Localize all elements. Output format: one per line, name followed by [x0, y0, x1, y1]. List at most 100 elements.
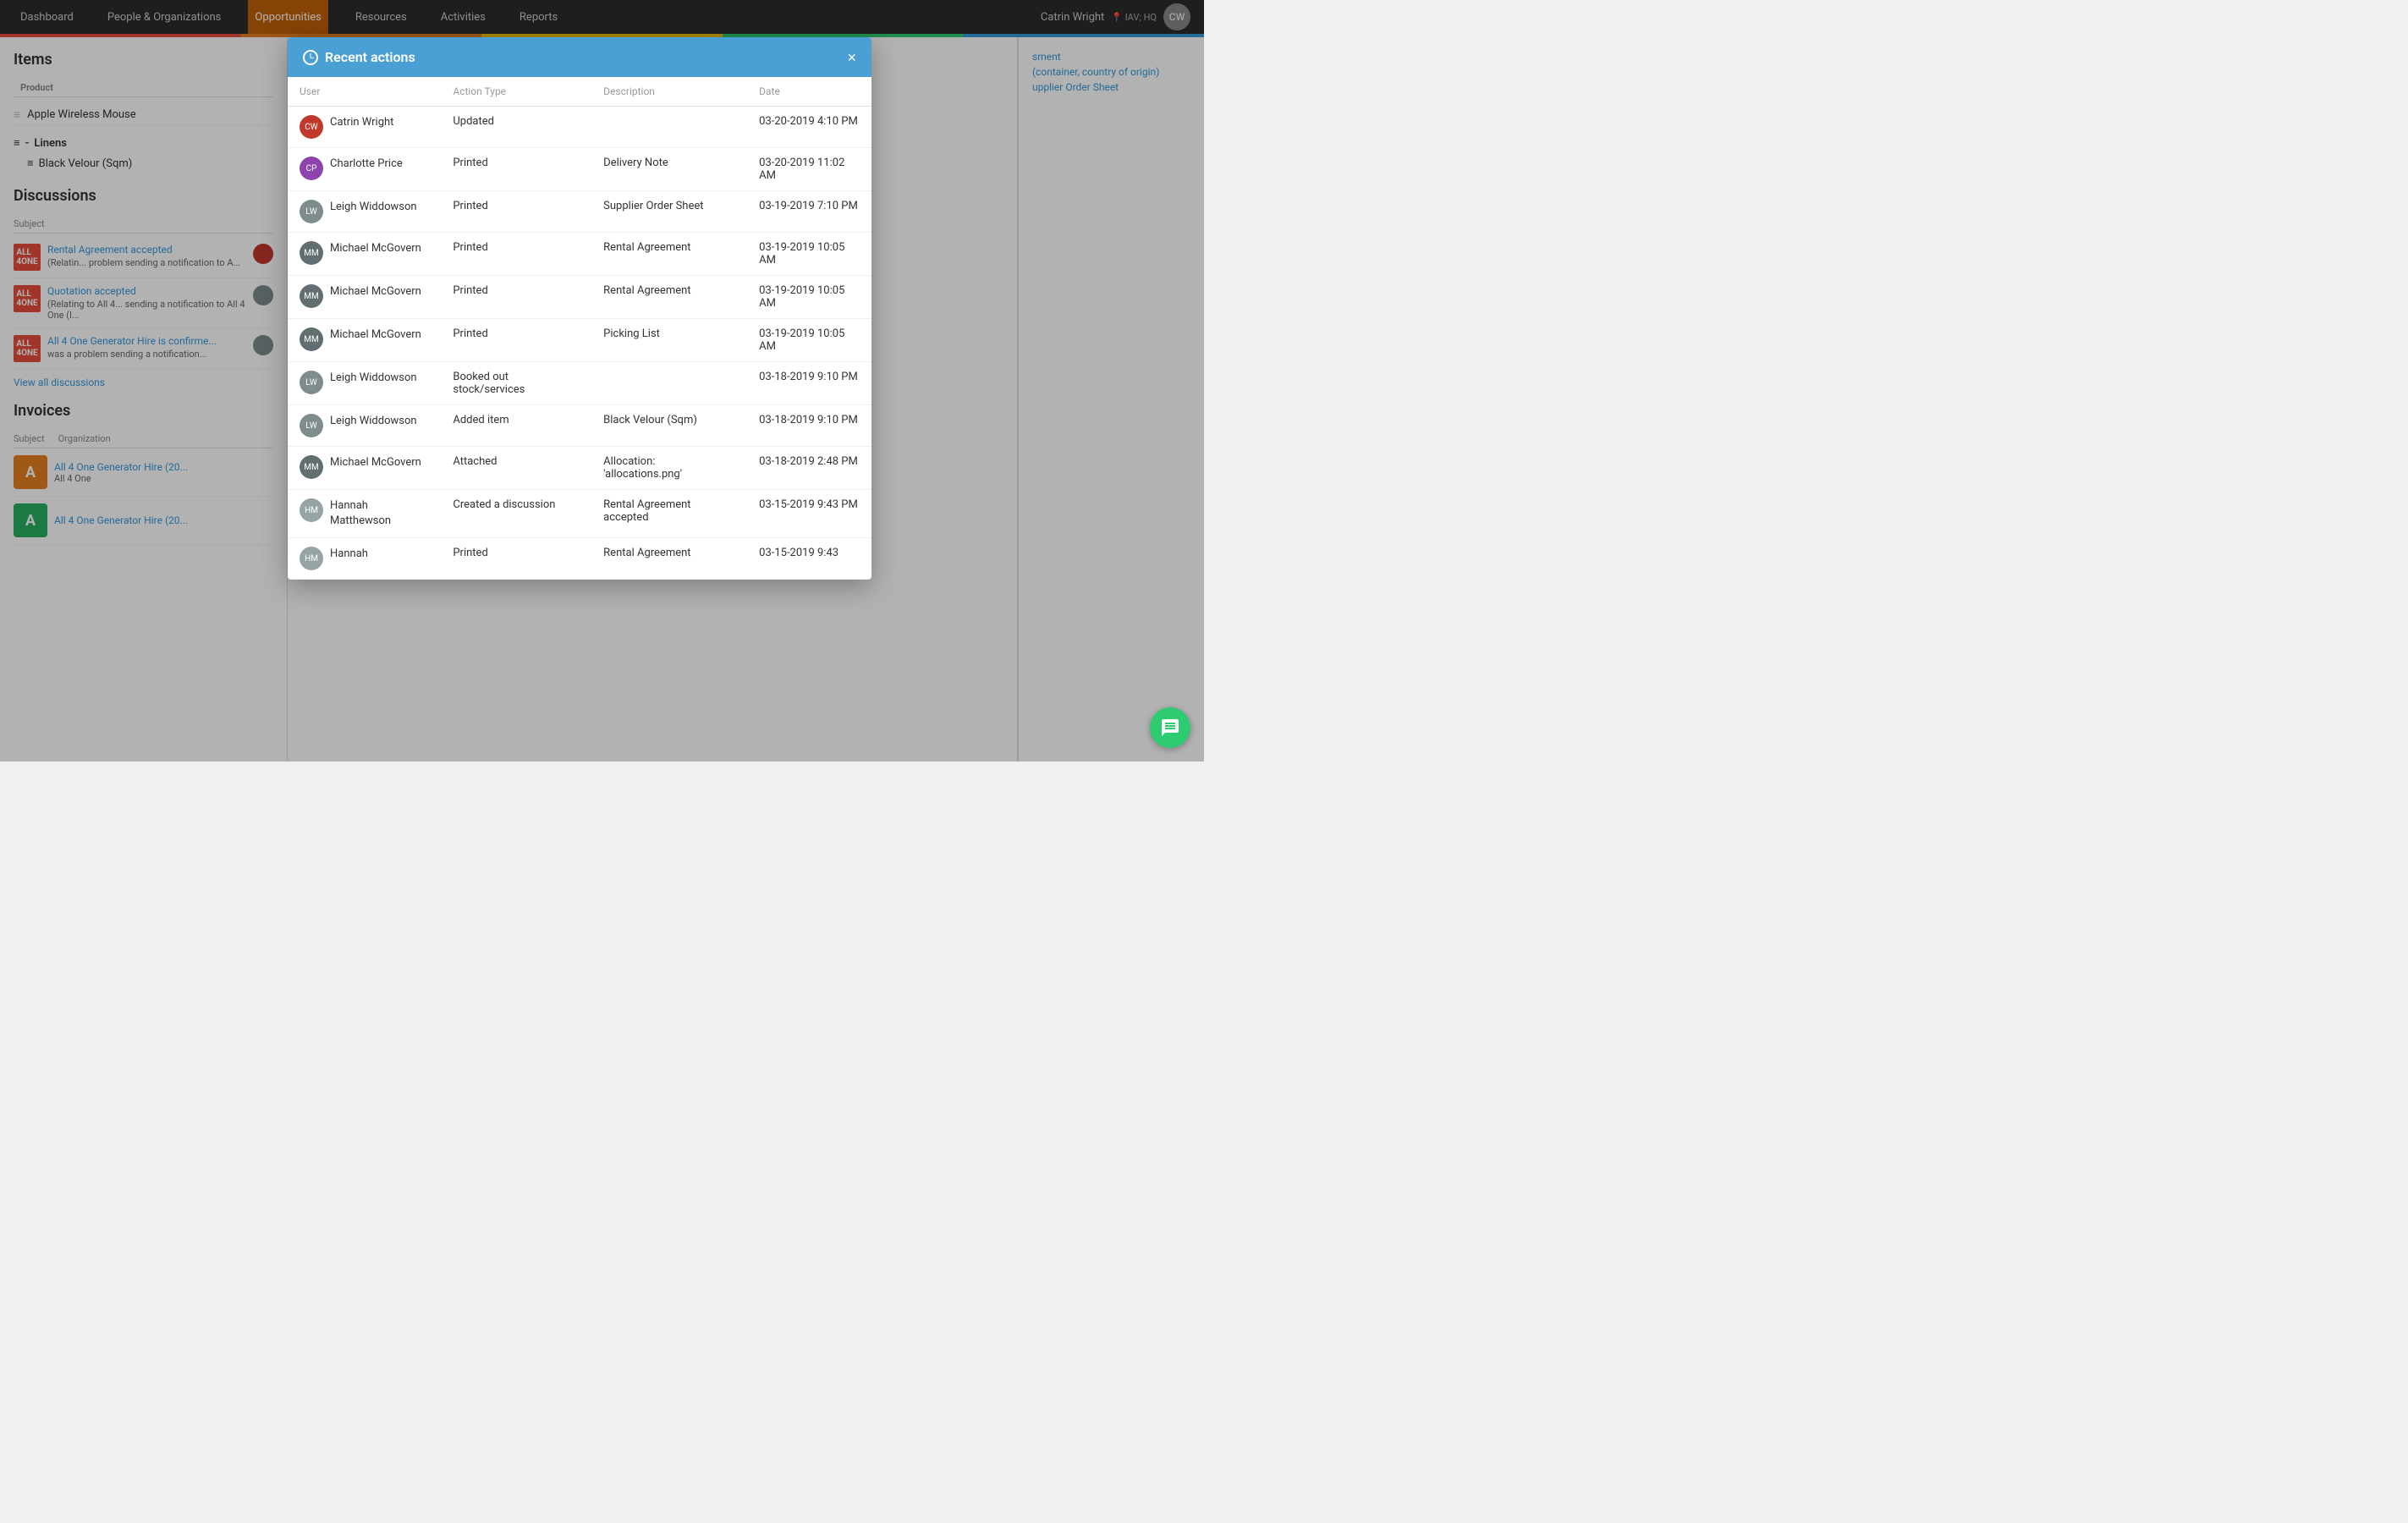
table-row-2: CP Charlotte Price PrintedDelivery Note03-…	[288, 148, 871, 191]
user-cell-inner-8: LW Leigh Widdowson	[300, 414, 429, 437]
modal-body: User Action Type Description Date CW Catr…	[288, 77, 871, 580]
user-avatar-2: CP	[300, 157, 323, 180]
table-row-5: MM Michael McGovern PrintedRental Agreemen…	[288, 276, 871, 319]
user-cell-inner-1: CW Catrin Wright	[300, 115, 429, 139]
table-row-6: MM Michael McGovern PrintedPicking List03-…	[288, 319, 871, 362]
col-user: User	[288, 77, 441, 107]
user-avatar-3: LW	[300, 200, 323, 223]
modal-title: Recent actions	[303, 49, 415, 65]
user-cell-inner-9: MM Michael McGovern	[300, 455, 429, 479]
user-cell-inner-6: MM Michael McGovern	[300, 327, 429, 351]
user-name-2: Charlotte Price	[330, 157, 403, 172]
user-name-10: Hannah Matthewson	[330, 498, 429, 529]
user-cell-3: LW Leigh Widdowson	[288, 191, 441, 233]
date-cell-10: 03-15-2019 9:43 PM	[747, 490, 871, 538]
action-cell-11: Printed	[441, 538, 591, 580]
date-cell-3: 03-19-2019 7:10 PM	[747, 191, 871, 233]
action-cell-6: Printed	[441, 319, 591, 362]
table-row-10: HM Hannah Matthewson Created a discussionR…	[288, 490, 871, 538]
action-cell-9: Attached	[441, 447, 591, 490]
description-cell-2: Delivery Note	[591, 148, 747, 191]
user-name-1: Catrin Wright	[330, 115, 393, 130]
user-avatar-1: CW	[300, 115, 323, 139]
action-cell-4: Printed	[441, 233, 591, 276]
description-cell-3: Supplier Order Sheet	[591, 191, 747, 233]
user-avatar-9: MM	[300, 455, 323, 479]
user-avatar-11: HM	[300, 547, 323, 570]
table-row-3: LW Leigh Widdowson PrintedSupplier Order S…	[288, 191, 871, 233]
col-description: Description	[591, 77, 747, 107]
date-cell-11: 03-15-2019 9:43	[747, 538, 871, 580]
user-avatar-8: LW	[300, 414, 323, 437]
action-cell-3: Printed	[441, 191, 591, 233]
user-name-6: Michael McGovern	[330, 327, 421, 343]
user-name-4: Michael McGovern	[330, 241, 421, 256]
table-row-1: CW Catrin Wright Updated 03-20-2019 4:10 PM	[288, 107, 871, 148]
description-cell-8: Black Velour (Sqm)	[591, 405, 747, 447]
user-avatar-5: MM	[300, 284, 323, 308]
table-row-9: MM Michael McGovern AttachedAllocation: 'a…	[288, 447, 871, 490]
user-name-11: Hannah	[330, 547, 368, 562]
date-cell-4: 03-19-2019 10:05 AM	[747, 233, 871, 276]
table-row-7: LWLeigh Widdowson Booked out stock/servic…	[288, 362, 871, 405]
table-row-11: HM Hannah PrintedRental Agreement03-15-201…	[288, 538, 871, 580]
col-action-type: Action Type	[441, 77, 591, 107]
action-cell-7: Booked out stock/services	[441, 362, 591, 405]
action-cell-2: Printed	[441, 148, 591, 191]
modal-header: Recent actions ×	[288, 37, 871, 77]
chat-widget[interactable]	[1150, 707, 1190, 748]
user-cell-11: HM Hannah	[288, 538, 441, 580]
modal-close-button[interactable]: ×	[847, 50, 856, 65]
description-cell-5: Rental Agreement	[591, 276, 747, 319]
user-cell-inner-11: HM Hannah	[300, 547, 429, 570]
description-cell-6: Picking List	[591, 319, 747, 362]
user-cell-6: MM Michael McGovern	[288, 319, 441, 362]
clock-icon	[303, 50, 318, 65]
action-cell-10: Created a discussion	[441, 490, 591, 538]
date-cell-8: 03-18-2019 9:10 PM	[747, 405, 871, 447]
user-name-7: Leigh Widdowson	[330, 371, 417, 386]
user-cell-2: CP Charlotte Price	[288, 148, 441, 191]
description-cell-7	[591, 362, 747, 405]
user-name-3: Leigh Widdowson	[330, 200, 417, 215]
user-cell-inner-3: LW Leigh Widdowson	[300, 200, 429, 223]
recent-actions-table: User Action Type Description Date CW Catr…	[288, 77, 871, 580]
user-cell-inner-2: CP Charlotte Price	[300, 157, 429, 180]
description-cell-10: Rental Agreement accepted	[591, 490, 747, 538]
user-avatar-4: MM	[300, 241, 323, 265]
col-date: Date	[747, 77, 871, 107]
user-cell-8: LW Leigh Widdowson	[288, 405, 441, 447]
description-cell-4: Rental Agreement	[591, 233, 747, 276]
date-cell-9: 03-18-2019 2:48 PM	[747, 447, 871, 490]
user-cell-inner-7: LWLeigh Widdowson	[300, 371, 429, 394]
action-cell-1: Updated	[441, 107, 591, 148]
user-cell-7: LWLeigh Widdowson	[288, 362, 441, 405]
description-cell-1	[591, 107, 747, 148]
date-cell-6: 03-19-2019 10:05 AM	[747, 319, 871, 362]
user-name-8: Leigh Widdowson	[330, 414, 417, 429]
action-cell-5: Printed	[441, 276, 591, 319]
user-cell-4: MM Michael McGovern	[288, 233, 441, 276]
date-cell-2: 03-20-2019 11:02 AM	[747, 148, 871, 191]
user-name-5: Michael McGovern	[330, 284, 421, 300]
date-cell-7: 03-18-2019 9:10 PM	[747, 362, 871, 405]
user-name-9: Michael McGovern	[330, 455, 421, 470]
chat-icon	[1160, 718, 1180, 738]
user-cell-10: HM Hannah Matthewson	[288, 490, 441, 538]
table-row-8: LW Leigh Widdowson Added itemBlack Velour …	[288, 405, 871, 447]
description-cell-11: Rental Agreement	[591, 538, 747, 580]
date-cell-1: 03-20-2019 4:10 PM	[747, 107, 871, 148]
user-cell-inner-5: MM Michael McGovern	[300, 284, 429, 308]
user-cell-5: MM Michael McGovern	[288, 276, 441, 319]
description-cell-9: Allocation: 'allocations.png'	[591, 447, 747, 490]
user-cell-1: CW Catrin Wright	[288, 107, 441, 148]
date-cell-5: 03-19-2019 10:05 AM	[747, 276, 871, 319]
recent-actions-modal: Recent actions × User Action Type Descri…	[288, 37, 871, 580]
user-cell-inner-4: MM Michael McGovern	[300, 241, 429, 265]
user-avatar-6: MM	[300, 327, 323, 351]
user-cell-inner-10: HM Hannah Matthewson	[300, 498, 429, 529]
user-avatar-10: HM	[300, 498, 323, 522]
user-cell-9: MM Michael McGovern	[288, 447, 441, 490]
action-cell-8: Added item	[441, 405, 591, 447]
table-row-4: MM Michael McGovern PrintedRental Agreemen…	[288, 233, 871, 276]
